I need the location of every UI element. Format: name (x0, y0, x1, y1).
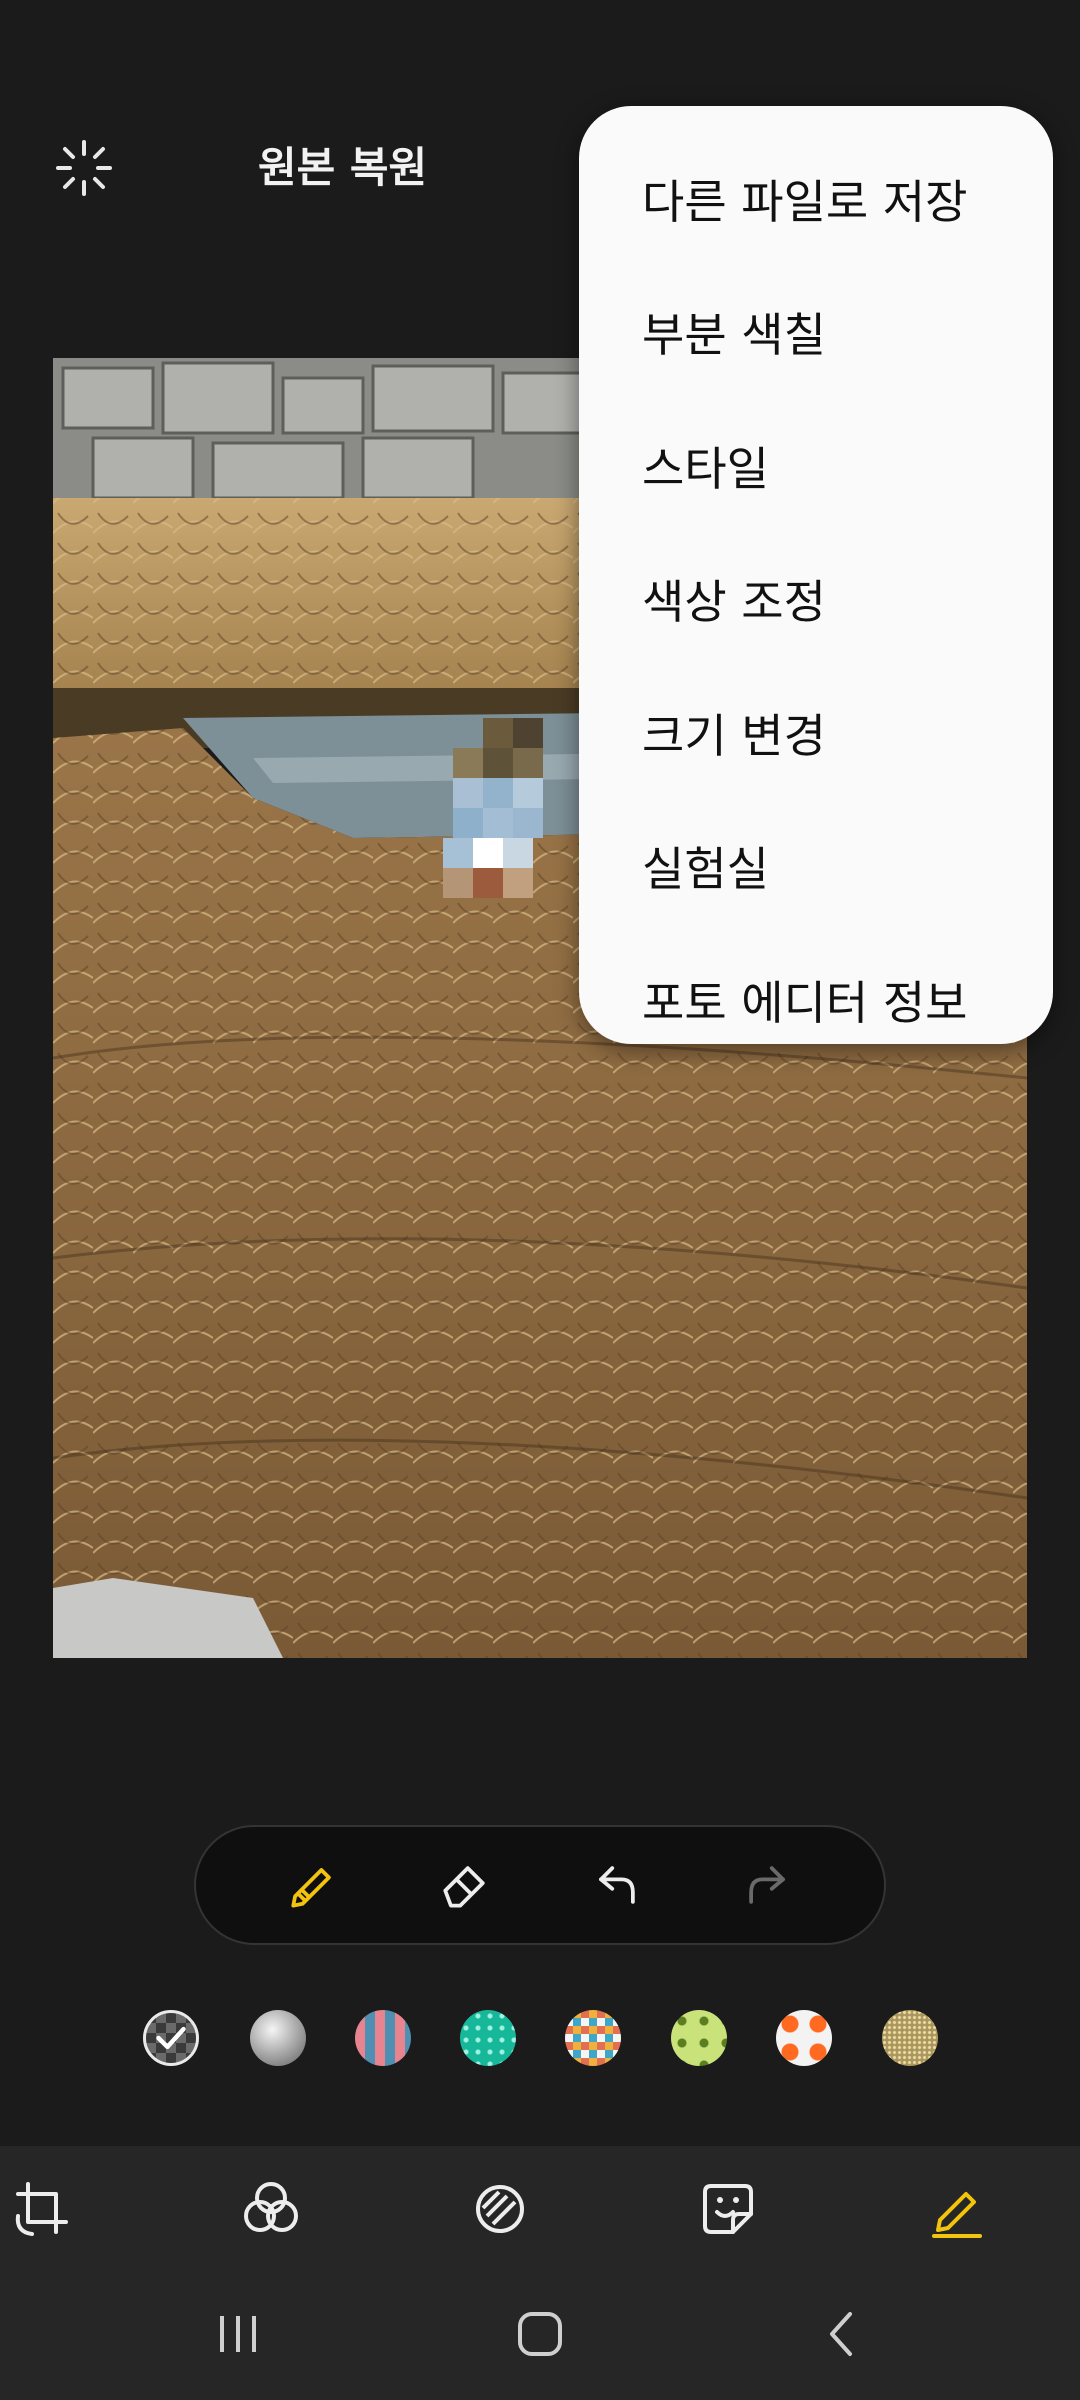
swatch-silver-gradient[interactable] (250, 2010, 306, 2066)
draw-icon[interactable] (924, 2176, 990, 2242)
swatch-orange-pattern[interactable] (776, 2010, 832, 2066)
swatch-selected-pattern[interactable] (143, 2010, 199, 2066)
undo-icon[interactable] (580, 1849, 652, 1921)
menu-item-labs[interactable]: 실험실 (579, 800, 1053, 934)
back-icon[interactable] (812, 2304, 872, 2364)
recent-apps-icon[interactable] (208, 2304, 268, 2364)
menu-item-save-as-copy[interactable]: 다른 파일로 저장 (579, 132, 1053, 266)
crop-rotate-icon[interactable] (10, 2176, 76, 2242)
redo-icon (732, 1849, 804, 1921)
menu-item-resize[interactable]: 크기 변경 (579, 666, 1053, 800)
system-nav-bar (0, 2274, 1080, 2400)
pen-toolbar (194, 1825, 886, 1945)
swatch-avocado-pattern[interactable] (671, 2010, 727, 2066)
filters-icon[interactable] (238, 2176, 304, 2242)
auto-enhance-icon[interactable] (52, 136, 116, 200)
swatch-pink-blue-stripes[interactable] (355, 2010, 411, 2066)
eraser-icon[interactable] (428, 1849, 500, 1921)
restore-original-button[interactable]: 원본 복원 (258, 136, 427, 200)
check-icon (156, 2026, 186, 2050)
editor-tab-bar (0, 2146, 1080, 2274)
menu-item-color-splash[interactable]: 부분 색칠 (579, 266, 1053, 400)
menu-item-about-photo-editor[interactable]: 포토 에디터 정보 (579, 933, 1053, 1067)
swatch-gold-glitter[interactable] (882, 2010, 938, 2066)
swatch-teal-dots[interactable] (460, 2010, 516, 2066)
home-icon[interactable] (510, 2304, 570, 2364)
pen-icon[interactable] (276, 1849, 348, 1921)
pen-style-swatches (0, 2010, 1080, 2080)
overflow-menu: 다른 파일로 저장 부분 색칠 스타일 색상 조정 크기 변경 실험실 포토 에… (579, 106, 1053, 1044)
menu-item-color-adjust[interactable]: 색상 조정 (579, 533, 1053, 667)
menu-item-style[interactable]: 스타일 (579, 399, 1053, 533)
tone-icon[interactable] (467, 2176, 533, 2242)
sticker-icon[interactable] (695, 2176, 761, 2242)
swatch-triangles-pattern[interactable] (565, 2010, 621, 2066)
